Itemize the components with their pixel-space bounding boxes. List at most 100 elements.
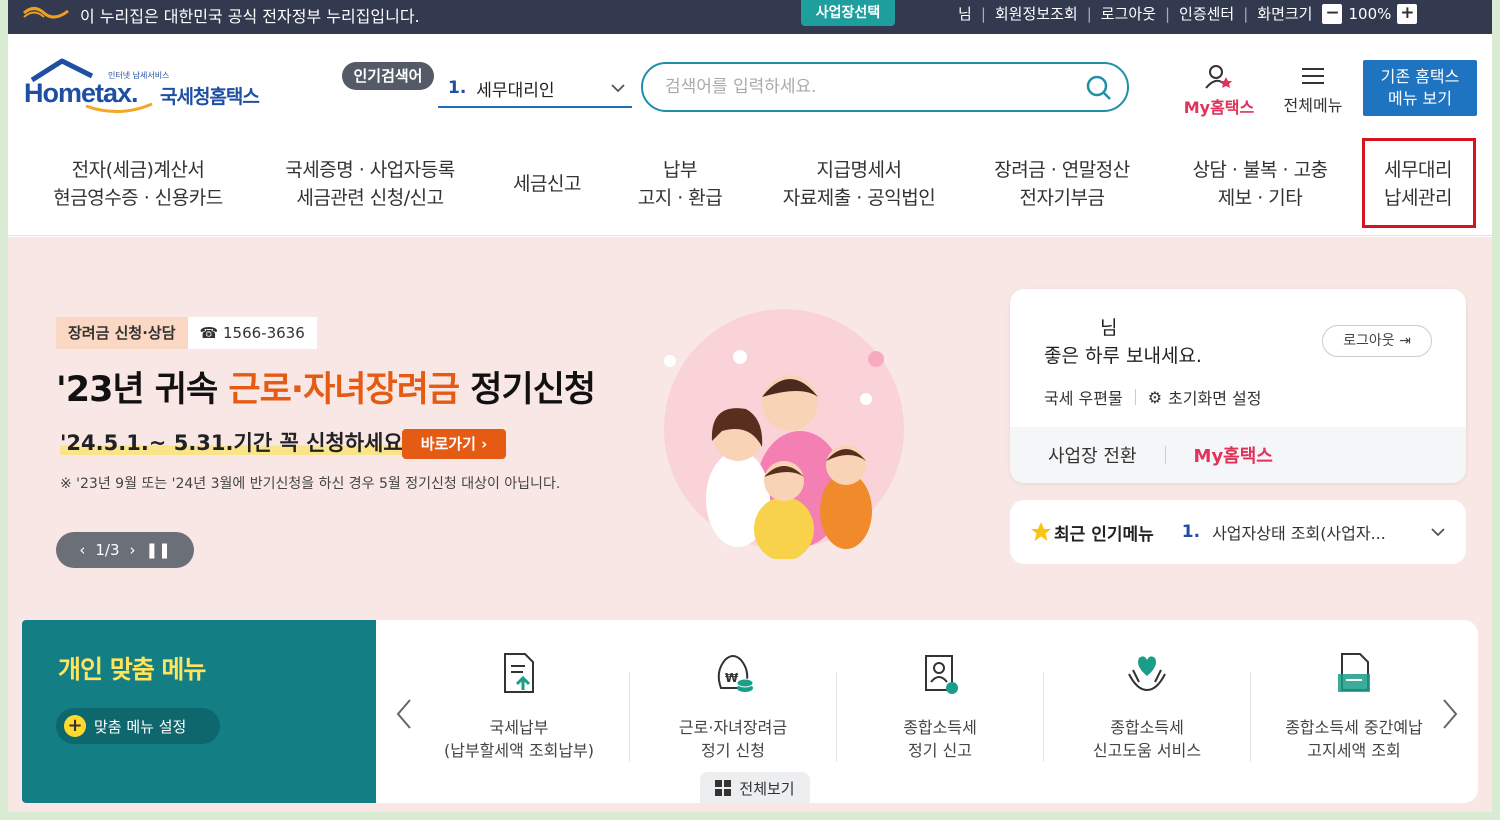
main-nav: 전자(세금)계산서 현금영수증 · 신용카드 국세증명 · 사업자등록 세금관련…: [8, 138, 1492, 236]
nav-item-e-invoice[interactable]: 전자(세금)계산서 현금영수증 · 신용카드: [48, 156, 228, 212]
card-logout-button[interactable]: 로그아웃 ⇥: [1322, 325, 1432, 357]
prev-slide-icon[interactable]: ‹: [79, 541, 85, 559]
zoom-in-button[interactable]: +: [1397, 3, 1418, 24]
next-slide-icon[interactable]: ›: [130, 541, 136, 559]
hero-title-post: 정기신청: [459, 370, 596, 410]
nav-line1: 전자(세금)계산서: [71, 159, 205, 181]
hero-subtitle: '24.5.1.~ 5.31.기간 꼭 신청하세요!: [60, 427, 413, 457]
logout-link[interactable]: 로그아웃: [1101, 3, 1156, 24]
pause-icon[interactable]: ❚❚: [146, 541, 171, 559]
heart-hands-icon: [1128, 656, 1166, 692]
hero-badges: 장려금 신청·상담 ☎ 1566-3636: [56, 317, 317, 349]
search-input[interactable]: [665, 74, 1065, 100]
nav-line2: 세금관련 신청/신고: [296, 187, 444, 209]
family-illustration: [664, 309, 904, 559]
nav-item-payment-statement[interactable]: 지급명세서 자료제출 · 공익법인: [774, 156, 944, 212]
hot-menu-card[interactable]: 최근 인기메뉴 1. 사업자상태 조회(사업자...: [1010, 500, 1466, 564]
slide-pager: ‹ 1/3 › ❚❚: [56, 532, 194, 568]
nav-item-incentive[interactable]: 장려금 · 연말정산 전자기부금: [986, 156, 1138, 212]
hot-menu-title: 최근 인기메뉴: [1054, 524, 1154, 545]
menu-item-tax-payment[interactable]: 국세납부 (납부할세액 조회납부): [416, 650, 622, 762]
person-document-icon: [925, 655, 958, 694]
gov-links: 님 | 회원정보조회 | 로그아웃 | 인증센터 | 화면크기 − 100% +: [958, 3, 1418, 24]
user-name-suffix: 님: [1100, 317, 1118, 339]
logo-korean-name: 국세청홈택스: [160, 86, 260, 108]
hero-phone: ☎ 1566-3636: [187, 317, 317, 349]
menu-item-line1: 국세납부: [489, 718, 549, 737]
all-view-button[interactable]: 전체보기: [700, 772, 810, 804]
nav-line2: 자료제출 · 공익법인: [782, 187, 936, 209]
menu-item-line2: 정기 신청: [701, 741, 765, 760]
chevron-right-icon[interactable]: [1440, 698, 1460, 730]
chevron-down-icon: [1431, 528, 1445, 537]
all-view-label: 전체보기: [739, 779, 795, 798]
chevron-left-icon[interactable]: [394, 698, 414, 730]
nav-item-consult[interactable]: 상담 · 불복 · 고충 제보 · 기타: [1180, 156, 1340, 212]
hero-banner: 장려금 신청·상담 ☎ 1566-3636 '23년 귀속 근로·자녀장려금 정…: [8, 237, 1492, 812]
hot-menu-rank: 1.: [1181, 522, 1201, 542]
menu-item-income-tax-report[interactable]: 종합소득세 정기 신고: [837, 650, 1043, 762]
menu-item-line2: 정기 신고: [908, 741, 972, 760]
switch-biz-link[interactable]: 사업장 전환: [1048, 442, 1137, 468]
popular-search-select[interactable]: 1. 세무대리인: [438, 70, 632, 108]
custom-menu-setting-button[interactable]: + 맞춤 메뉴 설정: [56, 708, 220, 744]
hot-menu-item: 사업자상태 조회(사업자...: [1212, 524, 1386, 543]
all-menu-button[interactable]: 전체메뉴: [1274, 64, 1352, 116]
grid-icon: [715, 780, 732, 796]
menu-item-report-help[interactable]: 종합소득세 신고도움 서비스: [1044, 650, 1250, 762]
tax-mail-link[interactable]: 국세 우편물: [1044, 385, 1123, 409]
menu-item-incentive-apply[interactable]: ₩ 근로·자녀장려금 정기 신청: [630, 650, 836, 762]
menu-item-line1: 종합소득세: [1110, 718, 1184, 737]
money-bag-icon: ₩: [717, 655, 754, 692]
hamburger-icon: [1302, 68, 1324, 84]
member-info-link[interactable]: 회원정보조회: [995, 3, 1078, 24]
menu-item-line2: (납부할세액 조회납부): [443, 741, 595, 760]
popular-rank: 1.: [448, 78, 467, 98]
nav-line1: 상담 · 불복 · 고충: [1192, 159, 1328, 181]
card-my-hometax-link[interactable]: My홈택스: [1194, 442, 1273, 468]
greeting-text: 좋은 하루 보내세요.: [1044, 345, 1202, 367]
nav-line2: 제보 · 기타: [1217, 187, 1303, 209]
zoom-out-button[interactable]: −: [1322, 3, 1343, 24]
nav-line1: 세금신고: [513, 173, 581, 195]
divider: [1134, 389, 1136, 405]
nav-line2: 전자기부금: [1019, 187, 1105, 209]
gear-icon: ⚙: [1147, 387, 1163, 407]
notice-document-icon: [1338, 653, 1370, 692]
card-bottom-bar: 사업장 전환 My홈택스: [1010, 427, 1466, 483]
menu-item-line2: 고지세액 조회: [1307, 741, 1401, 760]
menu-item-interim-prepayment[interactable]: 종합소득세 중간예납 고지세액 조회: [1251, 650, 1457, 762]
gov-notice-bar: 이 누리집은 대한민국 공식 전자정부 누리집입니다. 사업장선택 님 | 회원정…: [8, 0, 1492, 34]
hero-subtitle-text: '24.5.1.~ 5.31.기간 꼭 신청하세요!: [60, 431, 413, 455]
old-menu-line1: 기존 홈택스: [1380, 67, 1460, 86]
my-hometax-label: My홈택스: [1183, 98, 1255, 117]
auth-center-link[interactable]: 인증센터: [1179, 3, 1234, 24]
old-menu-button[interactable]: 기존 홈택스 메뉴 보기: [1363, 60, 1477, 116]
slide-counter: 1/3: [95, 541, 120, 559]
card-logout-label: 로그아웃: [1343, 333, 1395, 349]
custom-menu-panel: 개인 맞춤 메뉴 + 맞춤 메뉴 설정: [22, 620, 376, 803]
my-hometax-button[interactable]: My홈택스: [1176, 64, 1262, 118]
hometax-logo[interactable]: 인터넷 납세서비스 Hometax. 국세청홈택스: [24, 58, 272, 120]
biz-select-button[interactable]: 사업장선택: [801, 0, 895, 26]
popular-term: 세무대리인: [476, 80, 555, 101]
zoom-value: 100%: [1348, 4, 1392, 23]
nav-item-payment[interactable]: 납부 고지 · 환급: [628, 156, 732, 212]
nav-line1: 납부: [663, 159, 697, 181]
document-upload-icon: [504, 653, 534, 693]
hero-note: ※ '23년 9월 또는 '24년 3월에 반기신청을 하신 경우 5월 정기신…: [60, 476, 561, 492]
home-setting-link[interactable]: 초기화면 설정: [1168, 385, 1261, 409]
gov-notice-text: 이 누리집은 대한민국 공식 전자정부 누리집입니다.: [80, 7, 420, 26]
divider: [1164, 446, 1166, 464]
go-button[interactable]: 바로가기 ›: [402, 429, 506, 459]
user-suffix: 님: [958, 5, 972, 23]
screen-size-label: 화면크기: [1257, 5, 1313, 23]
card-links: 국세 우편물 ⚙ 초기화면 설정: [1044, 385, 1261, 409]
nav-item-certificate[interactable]: 국세증명 · 사업자등록 세금관련 신청/신고: [278, 156, 462, 212]
nav-line1: 지급명세서: [816, 159, 902, 181]
nav-line2: 고지 · 환급: [637, 187, 723, 209]
hero-title: '23년 귀속 근로·자녀장려금 정기신청: [56, 361, 596, 412]
custom-menu-title: 개인 맞춤 메뉴: [58, 655, 206, 684]
search-icon[interactable]: [1085, 74, 1113, 102]
nav-item-tax-report[interactable]: 세금신고: [502, 170, 592, 198]
